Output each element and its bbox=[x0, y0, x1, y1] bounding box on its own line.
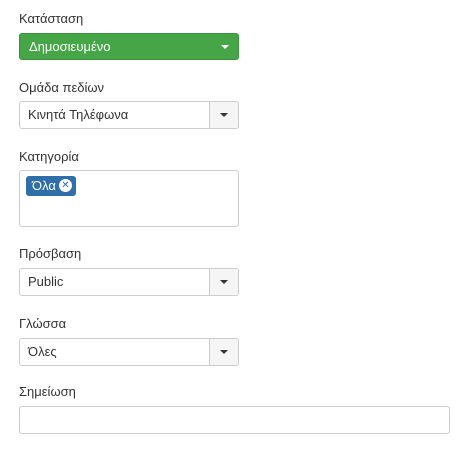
chevron-down-icon bbox=[220, 113, 228, 117]
language-value: Όλες bbox=[28, 344, 57, 359]
field-group-label: Ομάδα πεδίων bbox=[19, 80, 105, 95]
close-circle-icon[interactable]: ✕ bbox=[58, 179, 72, 192]
language-label: Γλώσσα bbox=[19, 316, 67, 331]
chevron-down-icon bbox=[220, 280, 228, 284]
access-dropdown-button[interactable] bbox=[209, 269, 238, 295]
category-chip: Όλα ✕ bbox=[26, 176, 76, 196]
field-group-value: Κινητά Τηλέφωνα bbox=[28, 107, 129, 122]
field-group-dropdown-button[interactable] bbox=[209, 102, 238, 128]
access-label: Πρόσβαση bbox=[19, 246, 82, 261]
note-input[interactable] bbox=[19, 406, 450, 434]
access-select[interactable]: Public bbox=[19, 268, 239, 296]
category-label: Κατηγορία bbox=[19, 149, 79, 164]
language-dropdown-button[interactable] bbox=[209, 339, 238, 365]
status-select[interactable]: Δημοσιευμένο bbox=[19, 33, 239, 60]
field-group-select[interactable]: Κινητά Τηλέφωνα bbox=[19, 101, 239, 129]
chevron-down-icon bbox=[221, 45, 229, 49]
status-label: Κατάσταση bbox=[19, 11, 84, 26]
category-multiselect[interactable]: Όλα ✕ bbox=[19, 170, 239, 227]
access-value: Public bbox=[28, 274, 64, 289]
language-select[interactable]: Όλες bbox=[19, 338, 239, 366]
options-form: Κατάσταση Δημοσιευμένο Ομάδα πεδίων Κινη… bbox=[0, 0, 461, 452]
chevron-down-icon bbox=[220, 350, 228, 354]
category-chip-label: Όλα bbox=[32, 178, 56, 193]
note-label: Σημείωση bbox=[19, 384, 76, 399]
status-value: Δημοσιευμένο bbox=[29, 39, 111, 54]
